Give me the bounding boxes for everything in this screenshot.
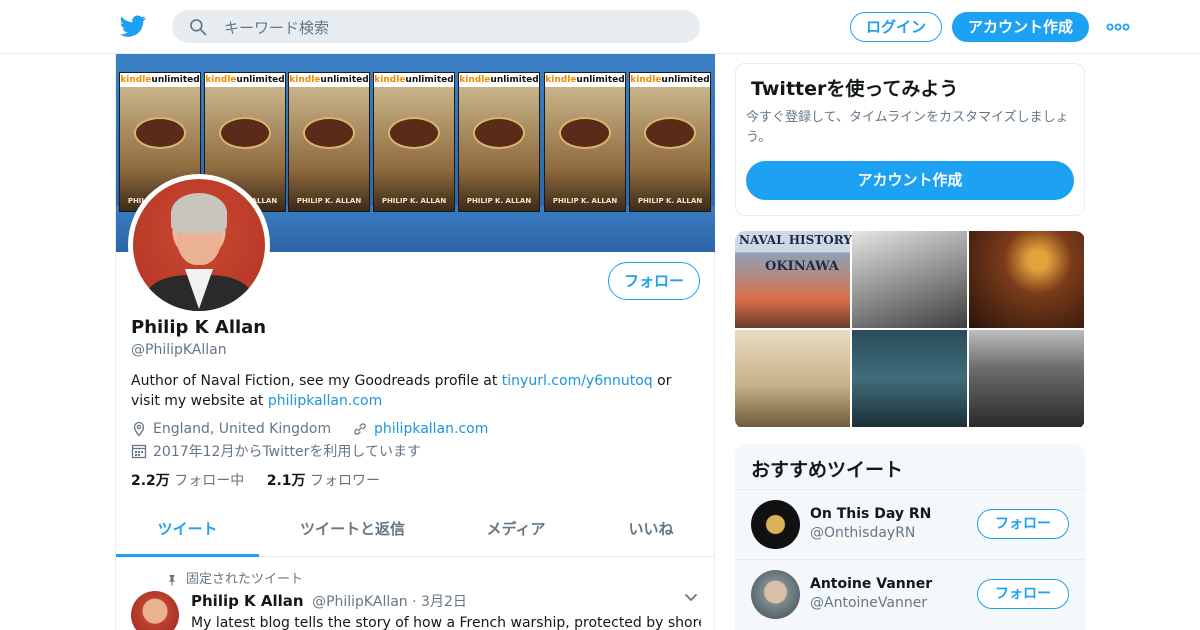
tab-tweets[interactable]: ツイート [116,504,259,557]
media-thumbnail[interactable] [969,330,1084,427]
tweet-author-handle[interactable]: @PhilipKAllan [312,594,408,610]
tweet-header: Philip K Allan @PhilipKAllan · 3月2日 [191,591,467,611]
avatar[interactable] [751,570,800,619]
book-cover: kindleunlimitedPHILIP K. ALLAN [373,72,455,212]
pin-icon [168,574,176,585]
tweet-author-name[interactable]: Philip K Allan [191,592,304,610]
tweet-date[interactable]: 3月2日 [421,594,467,610]
recommended-handle: @OnthisdayRN [810,525,916,541]
recommended-name[interactable]: Antoine Vanner [810,576,932,592]
signup-card: Twitterを使ってみよう 今すぐ登録して、タイムラインをカスタマイズしましょ… [735,63,1085,216]
recommended-panel: おすすめツイート On This Day RN @OnthisdayRN フォロ… [735,444,1085,630]
profile-name: Philip K Allan [131,317,267,338]
profile-joined-row: 2017年12月からTwitterを利用しています [131,441,421,461]
follow-button[interactable]: フォロー [977,579,1069,609]
website-link[interactable]: philipkallan.com [374,421,488,437]
following-stat[interactable]: 2.2万 フォロー中 [131,473,244,489]
book-cover: kindleunlimitedPHILIP K. ALLAN [629,72,711,212]
book-cover: kindleunlimitedPHILIP K. ALLAN [544,72,626,212]
top-navigation-bar: キーワード検索 ログイン アカウント作成 [0,0,1200,54]
follow-button[interactable]: フォロー [608,262,700,300]
link-icon [354,423,366,435]
tweet-separator: · [412,594,417,610]
bio-text: Author of Naval Fiction, see my Goodread… [131,373,502,389]
book-cover: kindleunlimitedPHILIP K. ALLAN [288,72,370,212]
followers-stat[interactable]: 2.1万 フォロワー [267,473,380,489]
recommended-title: おすすめツイート [751,459,904,481]
signup-button[interactable]: アカウント作成 [952,12,1089,42]
avatar[interactable] [751,500,800,549]
more-dots-icon[interactable] [1106,17,1130,37]
location-text: England, United Kingdom [153,421,332,437]
tweet-avatar[interactable] [131,591,179,630]
profile-column: kindleunlimitedPHILIP K. ALLAN kindleunl… [115,54,715,630]
recommended-handle: @AntoineVanner [810,595,928,611]
tab-likes[interactable]: いいね [606,504,696,557]
media-thumbnail[interactable] [969,231,1084,328]
joined-text: 2017年12月からTwitterを利用しています [153,444,421,460]
media-thumbnail[interactable] [735,330,850,427]
signup-card-button[interactable]: アカウント作成 [746,161,1074,200]
pinned-tweet-label: 固定されたツイート [166,568,303,587]
media-thumbnail[interactable]: NAVAL HISTORY OKINAWA [735,231,852,328]
search-icon [190,19,207,36]
profile-location-row: England, United Kingdom philipkallan.com [131,421,488,441]
profile-avatar[interactable] [128,174,270,316]
recommended-row[interactable]: Antoine Vanner @AntoineVanner フォロー [735,559,1085,629]
profile-handle: @PhilipKAllan [131,342,227,358]
website-link-bio[interactable]: philipkallan.com [268,393,382,409]
search-box[interactable]: キーワード検索 [172,10,700,43]
login-button[interactable]: ログイン [850,12,942,42]
book-cover: kindleunlimitedPHILIP K. ALLAN [458,72,540,212]
profile-bio: Author of Naval Fiction, see my Goodread… [131,371,701,411]
recommended-row[interactable]: On This Day RN @OnthisdayRN フォロー [735,489,1085,559]
media-grid: NAVAL HISTORY OKINAWA [735,231,1085,429]
chevron-down-icon[interactable] [684,592,698,604]
tab-tweets-and-replies[interactable]: ツイートと返信 [279,504,426,557]
follow-button[interactable]: フォロー [977,509,1069,539]
tab-media[interactable]: メディア [466,504,566,557]
signup-card-description: 今すぐ登録して、タイムラインをカスタマイズしましょう。 [746,110,1069,145]
calendar-icon [131,444,147,459]
tweet-text: My latest blog tells the story of how a … [191,615,701,630]
signup-card-title: Twitterを使ってみよう [751,78,959,100]
profile-tabs: ツイート ツイートと返信 メディア いいね [116,504,715,557]
location-pin-icon [133,421,145,437]
search-input[interactable]: キーワード検索 [224,17,329,38]
twitter-bird-icon[interactable] [120,13,146,39]
recommended-name[interactable]: On This Day RN [810,506,931,522]
goodreads-link[interactable]: tinyurl.com/y6nnutoq [502,373,653,389]
media-thumbnail[interactable] [852,231,967,328]
pinned-text: 固定されたツイート [186,572,304,587]
media-thumbnail[interactable] [852,330,967,427]
profile-stats: 2.2万 フォロー中 2.1万 フォロワー [131,470,398,490]
